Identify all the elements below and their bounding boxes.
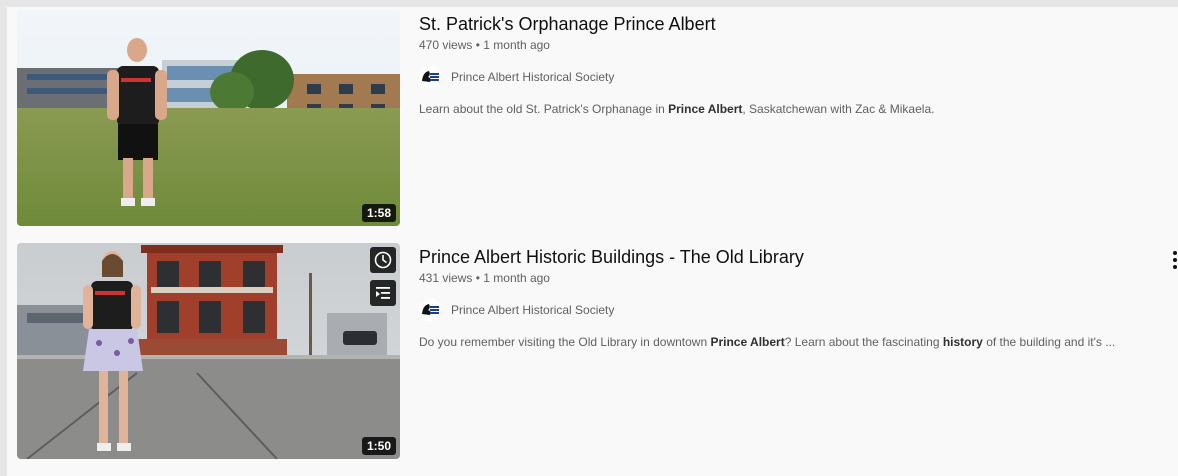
thumbnail-image (17, 10, 400, 226)
duration-badge: 1:50 (361, 437, 396, 455)
watch-later-icon (374, 251, 392, 269)
description-highlight: Prince Albert (668, 102, 743, 116)
thumbnail-image (17, 243, 400, 459)
video-stats: 470 views • 1 month ago (419, 36, 1159, 54)
video-thumbnail[interactable]: 1:50 (17, 243, 400, 459)
description-text: ? Learn about the fascinating (784, 335, 943, 349)
video-result[interactable]: 1:50 Prince Albert Historic Buildings - … (17, 243, 1177, 459)
video-description: Learn about the old St. Patrick's Orphan… (419, 100, 1159, 118)
description-text: Do you remember visiting the Old Library… (419, 335, 711, 349)
description-text: Learn about the old St. Patrick's Orphan… (419, 102, 669, 116)
video-title[interactable]: St. Patrick's Orphanage Prince Albert (419, 10, 1159, 36)
more-vert-icon (1173, 251, 1177, 269)
view-count: 470 views (419, 38, 473, 52)
description-text: of the building and it's ... (982, 335, 1116, 349)
channel-avatar[interactable] (419, 299, 441, 321)
add-to-queue-icon (376, 287, 390, 299)
video-result[interactable]: 1:58 St. Patrick's Orphanage Prince Albe… (17, 10, 1172, 226)
watch-later-button[interactable] (370, 247, 396, 273)
channel-name[interactable]: Prince Albert Historical Society (451, 70, 614, 84)
separator-dot: • (475, 38, 480, 52)
channel-avatar[interactable] (419, 66, 441, 88)
duration-badge: 1:58 (361, 204, 396, 222)
upload-age: 1 month ago (483, 38, 550, 52)
video-meta: Prince Albert Historic Buildings - The O… (419, 243, 1159, 351)
more-actions-button[interactable] (1165, 248, 1178, 272)
add-to-queue-button[interactable] (370, 280, 396, 306)
description-highlight: history (942, 335, 983, 349)
channel-name[interactable]: Prince Albert Historical Society (451, 303, 614, 317)
video-title[interactable]: Prince Albert Historic Buildings - The O… (419, 243, 1159, 269)
video-stats: 431 views • 1 month ago (419, 269, 1159, 287)
view-count: 431 views (419, 271, 473, 285)
description-highlight: Prince Albert (710, 335, 785, 349)
video-meta: St. Patrick's Orphanage Prince Albert 47… (419, 10, 1159, 118)
video-thumbnail[interactable]: 1:58 (17, 10, 400, 226)
upload-age: 1 month ago (483, 271, 550, 285)
channel-link[interactable]: Prince Albert Historical Society (419, 299, 1159, 321)
channel-link[interactable]: Prince Albert Historical Society (419, 66, 1159, 88)
video-description: Do you remember visiting the Old Library… (419, 333, 1159, 351)
separator-dot: • (475, 271, 480, 285)
description-text: , Saskatchewan with Zac & Mikaela. (742, 102, 935, 116)
